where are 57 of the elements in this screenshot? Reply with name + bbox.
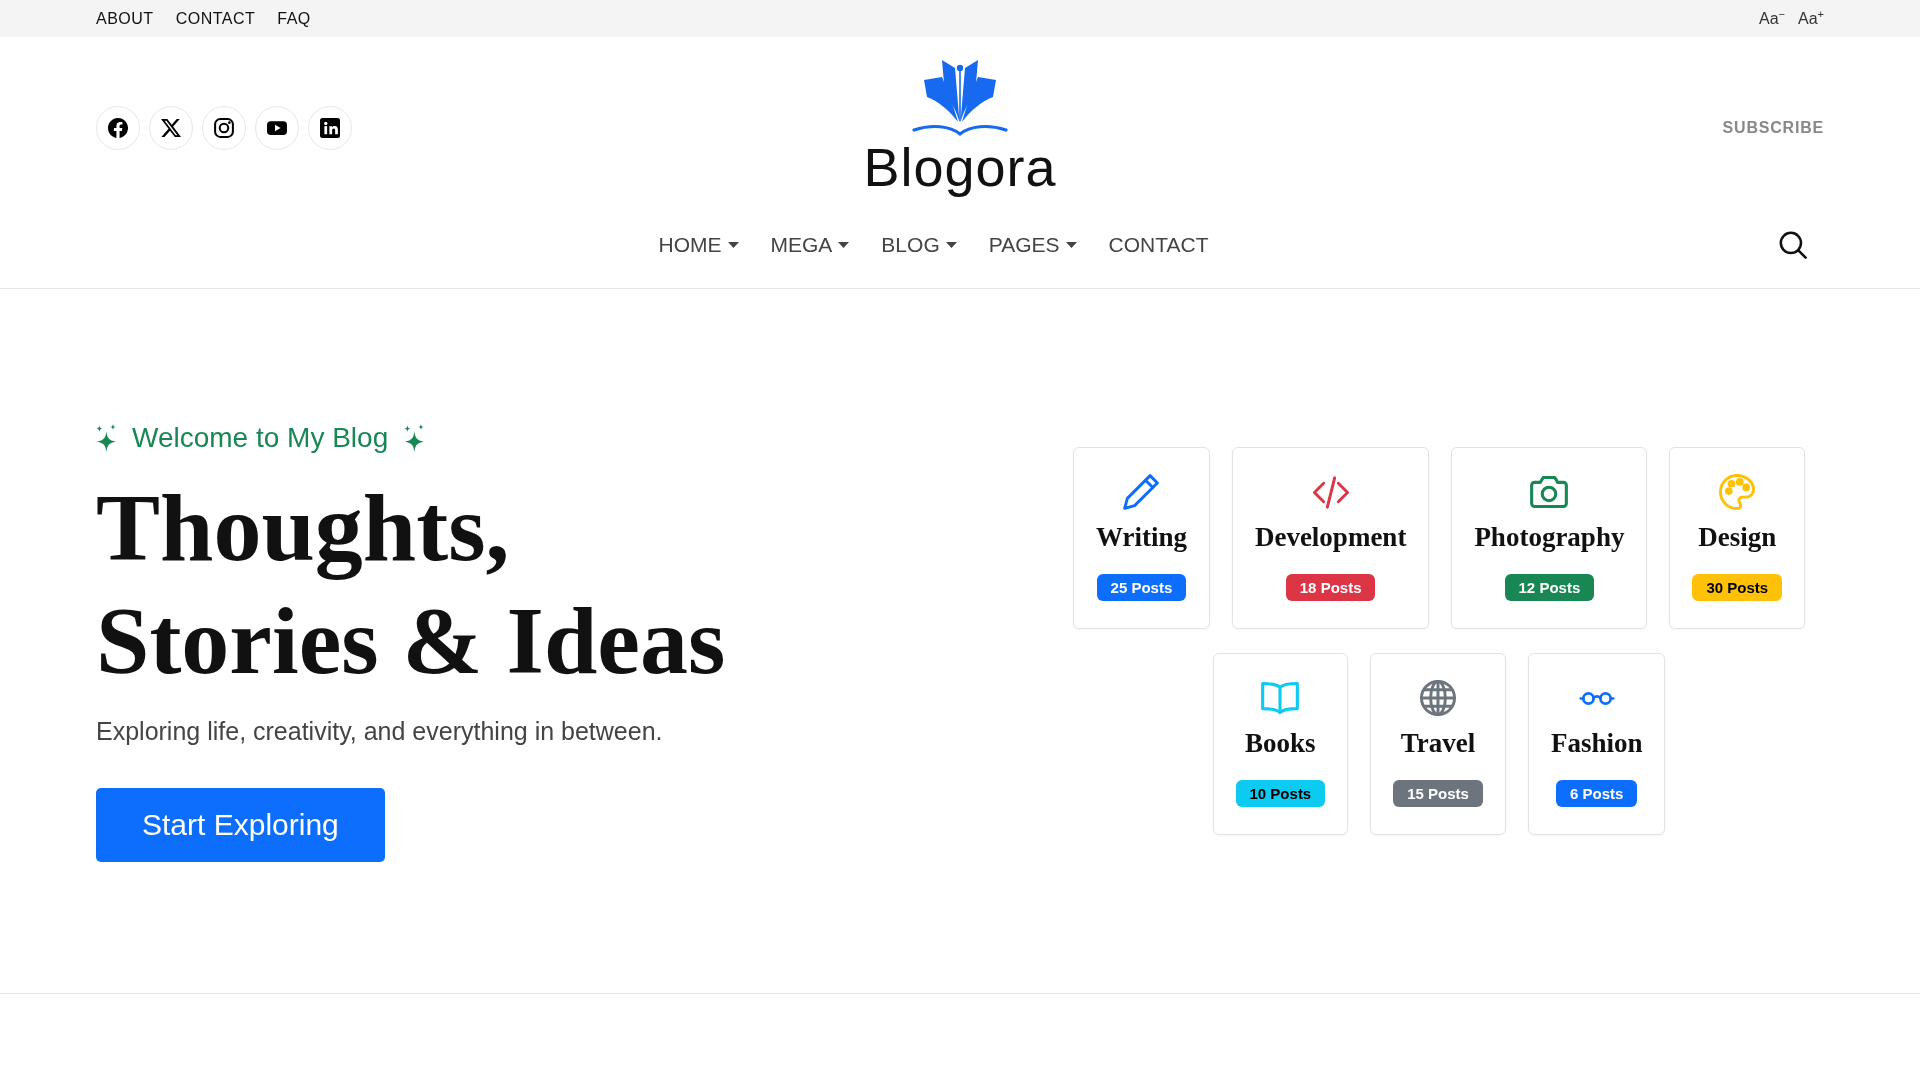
post-count-badge: 6 Posts — [1556, 780, 1638, 807]
post-count-badge: 30 Posts — [1692, 574, 1783, 601]
hero-title: Thoughts, Stories & Ideas — [96, 472, 727, 696]
hero-subtitle: Exploring life, creativity, and everything in between. — [96, 715, 664, 747]
globe-icon — [1420, 680, 1457, 716]
facebook-icon — [108, 118, 128, 138]
top-link[interactable]: CONTACT — [175, 8, 256, 29]
camera-icon — [1530, 476, 1569, 508]
search-icon — [1779, 231, 1807, 259]
instagram-icon — [214, 118, 234, 138]
category-name: Photography — [1474, 521, 1625, 554]
nav-link[interactable]: PAGES — [988, 222, 1077, 268]
post-count-badge: 10 Posts — [1235, 780, 1326, 807]
nav-link[interactable]: MEGA — [770, 222, 850, 268]
logo-icon — [912, 59, 1008, 137]
post-count-badge: 15 Posts — [1393, 780, 1483, 807]
caret-icon — [1065, 242, 1077, 248]
font-size-button[interactable]: Aa$^{−}$ — [1758, 8, 1785, 29]
top-link[interactable]: FAQ — [277, 8, 311, 29]
category-name: Development — [1254, 521, 1407, 554]
category-card[interactable]: Development 18 Posts — [1231, 447, 1430, 629]
category-card[interactable]: Photography 12 Posts — [1451, 447, 1648, 629]
category-name: Writing — [1095, 521, 1187, 554]
glasses-icon — [1578, 691, 1615, 705]
pen-icon — [1123, 474, 1160, 510]
top-link[interactable]: ABOUT — [96, 8, 154, 29]
category-name: Design — [1698, 521, 1777, 554]
caret-icon — [727, 242, 739, 248]
post-count-badge: 18 Posts — [1285, 574, 1376, 601]
linkedin-icon — [320, 118, 340, 138]
site-name[interactable]: Blogora — [863, 137, 1057, 197]
category-name: Fashion — [1550, 727, 1643, 760]
code-icon — [1312, 475, 1349, 509]
post-count-badge: 12 Posts — [1504, 574, 1595, 601]
category-card[interactable]: Travel 15 Posts — [1370, 653, 1506, 835]
nav-link[interactable]: BLOG — [881, 222, 957, 268]
category-card[interactable]: Writing 25 Posts — [1072, 447, 1210, 629]
welcome-text: Welcome to My Blog — [132, 420, 389, 455]
post-count-badge: 25 Posts — [1096, 574, 1187, 601]
palette-icon — [1719, 474, 1756, 510]
category-card[interactable]: Fashion 6 Posts — [1527, 653, 1666, 835]
category-name: Books — [1245, 727, 1316, 760]
category-name: Travel — [1400, 727, 1476, 760]
category-card[interactable]: Books 10 Posts — [1212, 653, 1349, 835]
subscribe-link[interactable]: SUBSCRIBE — [1722, 116, 1824, 140]
open-book-icon — [1261, 682, 1300, 714]
youtube-icon — [267, 118, 287, 138]
category-card[interactable]: Design 30 Posts — [1669, 447, 1806, 629]
sparkle-icon — [96, 423, 116, 452]
font-size-button[interactable]: Aa$^{+}$ — [1798, 8, 1824, 29]
sparkle-icon — [404, 423, 425, 452]
explore-button[interactable]: Start Exploring — [96, 787, 385, 862]
x-logo-icon — [161, 118, 181, 138]
nav-link[interactable]: HOME — [658, 222, 739, 268]
caret-icon — [945, 242, 957, 248]
caret-icon — [838, 242, 850, 248]
nav-link[interactable]: CONTACT — [1108, 222, 1209, 268]
